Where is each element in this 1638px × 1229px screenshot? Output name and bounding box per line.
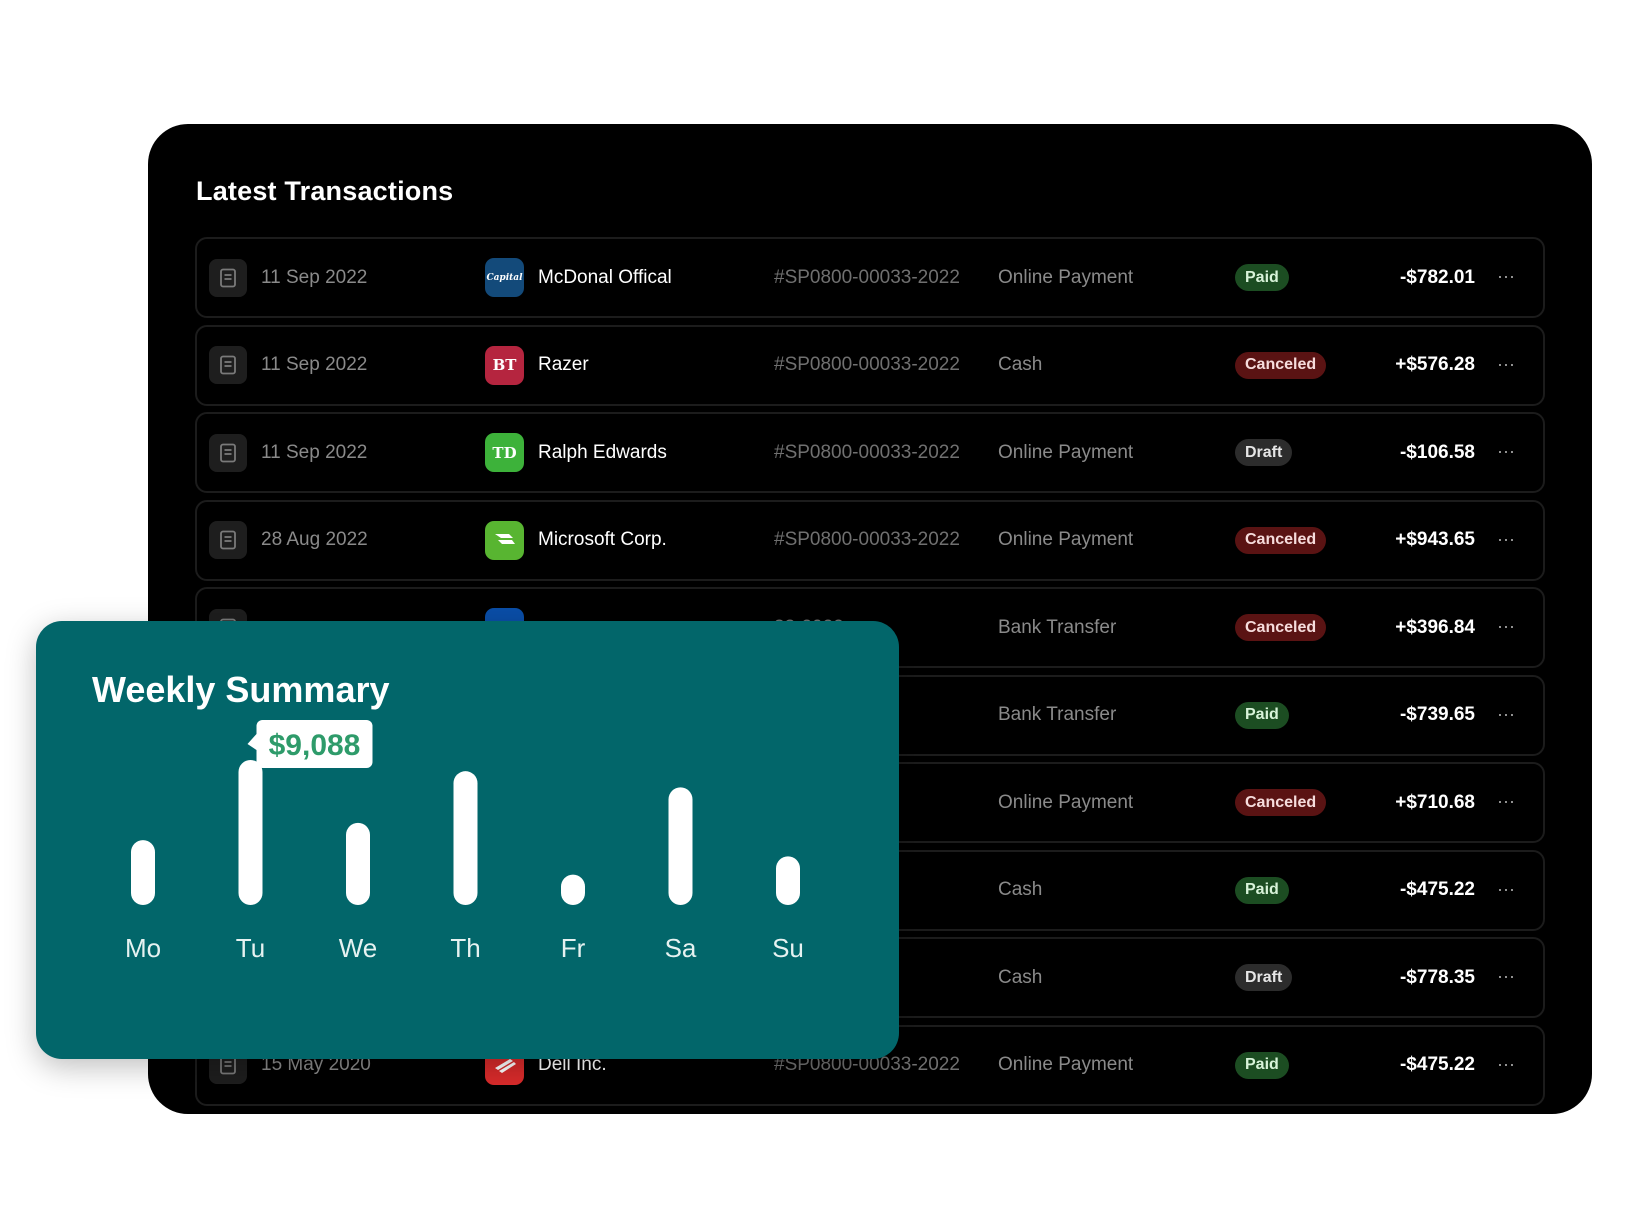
transaction-amount: -$475.22 [1399,879,1475,900]
transaction-amount: -$106.58 [1399,441,1475,463]
status-badge: Canceled [1235,526,1327,554]
merchant-logo: TD [485,433,524,472]
merchant-name: Ralph Edwards [538,441,667,463]
chart-day-label: Sa [665,933,697,963]
payment-method: Cash [998,966,1043,988]
payment-method: Bank Transfer [998,704,1117,725]
chart-bar-we[interactable] [346,822,370,905]
merchant-logo [485,520,524,560]
merchant-logo-mark [494,534,515,544]
chart-bar-sa[interactable] [668,787,693,905]
chart-day-label: We [339,933,378,963]
receipt-icon [209,346,247,384]
merchant-logo: BT [485,345,524,385]
transaction-amount: -$778.35 [1399,966,1475,988]
chart-day-label: Fr [561,933,586,963]
more-options-icon[interactable]: ⋯ [1497,267,1517,288]
more-options-icon[interactable]: ⋯ [1497,617,1517,638]
chart-tooltip-value: $9,088 [269,729,361,762]
transaction-amount: -$739.65 [1399,704,1475,725]
merchant-name: Razer [538,354,589,375]
payment-method: Online Payment [998,791,1134,813]
chart-bar-mo[interactable] [131,840,155,905]
weekly-bar-chart: Mo Tu $9,088 We Th Fr Sa Su [125,720,804,963]
transaction-reference: #SP0800-00033-2022 [774,529,960,550]
table-row[interactable]: 11 Sep 2022 TD Ralph Edwards #SP0800-00033-… [195,412,1545,493]
transaction-amount: +$396.84 [1395,616,1475,638]
payment-method: Bank Transfer [998,616,1117,638]
more-options-icon[interactable]: ⋯ [1497,355,1517,376]
payment-method: Online Payment [998,529,1134,550]
transaction-date: 11 Sep 2022 [261,266,368,288]
receipt-icon [209,258,247,297]
transaction-amount: +$710.68 [1395,791,1475,813]
status-badge: Canceled [1235,614,1327,641]
transaction-date: 11 Sep 2022 [261,441,368,463]
payment-method: Online Payment [998,1054,1134,1075]
payment-method: Cash [998,879,1043,900]
receipt-icon [209,433,247,472]
transaction-date: 28 Aug 2022 [261,529,368,550]
more-options-icon[interactable]: ⋯ [1497,967,1517,988]
more-options-icon[interactable]: ⋯ [1497,1055,1517,1076]
chart-tooltip: $9,088 [247,720,373,768]
table-row[interactable]: 28 Aug 2022 Microsoft Corp. #SP0800-00033-… [195,499,1545,581]
more-options-icon[interactable]: ⋯ [1497,792,1517,813]
more-options-icon[interactable]: ⋯ [1497,530,1517,551]
more-options-icon[interactable]: ⋯ [1497,705,1517,726]
status-badge: Canceled [1235,351,1327,379]
stage: Latest Transactions 11 Sep 2022 Capital Mc… [0,0,1638,1229]
table-row[interactable]: 11 Sep 2022 Capital McDonal Offical #SP0800… [195,237,1545,318]
chart-bar-tu[interactable] [238,760,263,905]
merchant-logo: Capital [485,258,524,297]
payment-method: Cash [998,354,1043,375]
chart-day-label: Mo [125,933,161,963]
transaction-amount: -$782.01 [1399,266,1475,288]
status-badge: Canceled [1235,789,1327,816]
status-badge: Paid [1235,701,1289,729]
transactions-title: Latest Transactions [196,176,454,206]
more-options-icon[interactable]: ⋯ [1497,442,1517,463]
chart-day-label: Su [772,933,804,963]
transaction-reference: #SP0800-00033-2022 [774,354,960,375]
status-badge: Paid [1235,264,1289,291]
status-badge: Paid [1235,876,1289,904]
chart-day-label: Tu [236,933,265,963]
transaction-amount: +$576.28 [1395,354,1475,375]
weekly-summary-card: Weekly Summary Mo Tu $9,088 We Th Fr Sa Su [36,621,899,1059]
chart-day-label: Th [450,933,480,963]
merchant-name: McDonal Offical [538,266,672,288]
chart-bar-th[interactable] [453,771,478,905]
status-badge: Draft [1235,439,1293,466]
status-badge: Paid [1235,1051,1289,1079]
more-options-icon[interactable]: ⋯ [1497,880,1517,901]
transaction-reference: #SP0800-00033-2022 [774,266,960,288]
transaction-reference: #SP0800-00033-2022 [774,441,960,463]
transaction-amount: +$943.65 [1395,529,1475,550]
transaction-amount: -$475.22 [1399,1054,1475,1075]
merchant-name: Microsoft Corp. [538,529,667,550]
transaction-date: 11 Sep 2022 [261,354,368,375]
receipt-icon [209,521,247,559]
table-row[interactable]: 11 Sep 2022 BT Razer #SP0800-00033-2022 Cash… [195,324,1545,406]
payment-method: Online Payment [998,266,1134,288]
chart-bar-su[interactable] [776,856,800,905]
status-badge: Draft [1235,964,1293,991]
payment-method: Online Payment [998,441,1134,463]
chart-bar-fr[interactable] [561,874,585,905]
